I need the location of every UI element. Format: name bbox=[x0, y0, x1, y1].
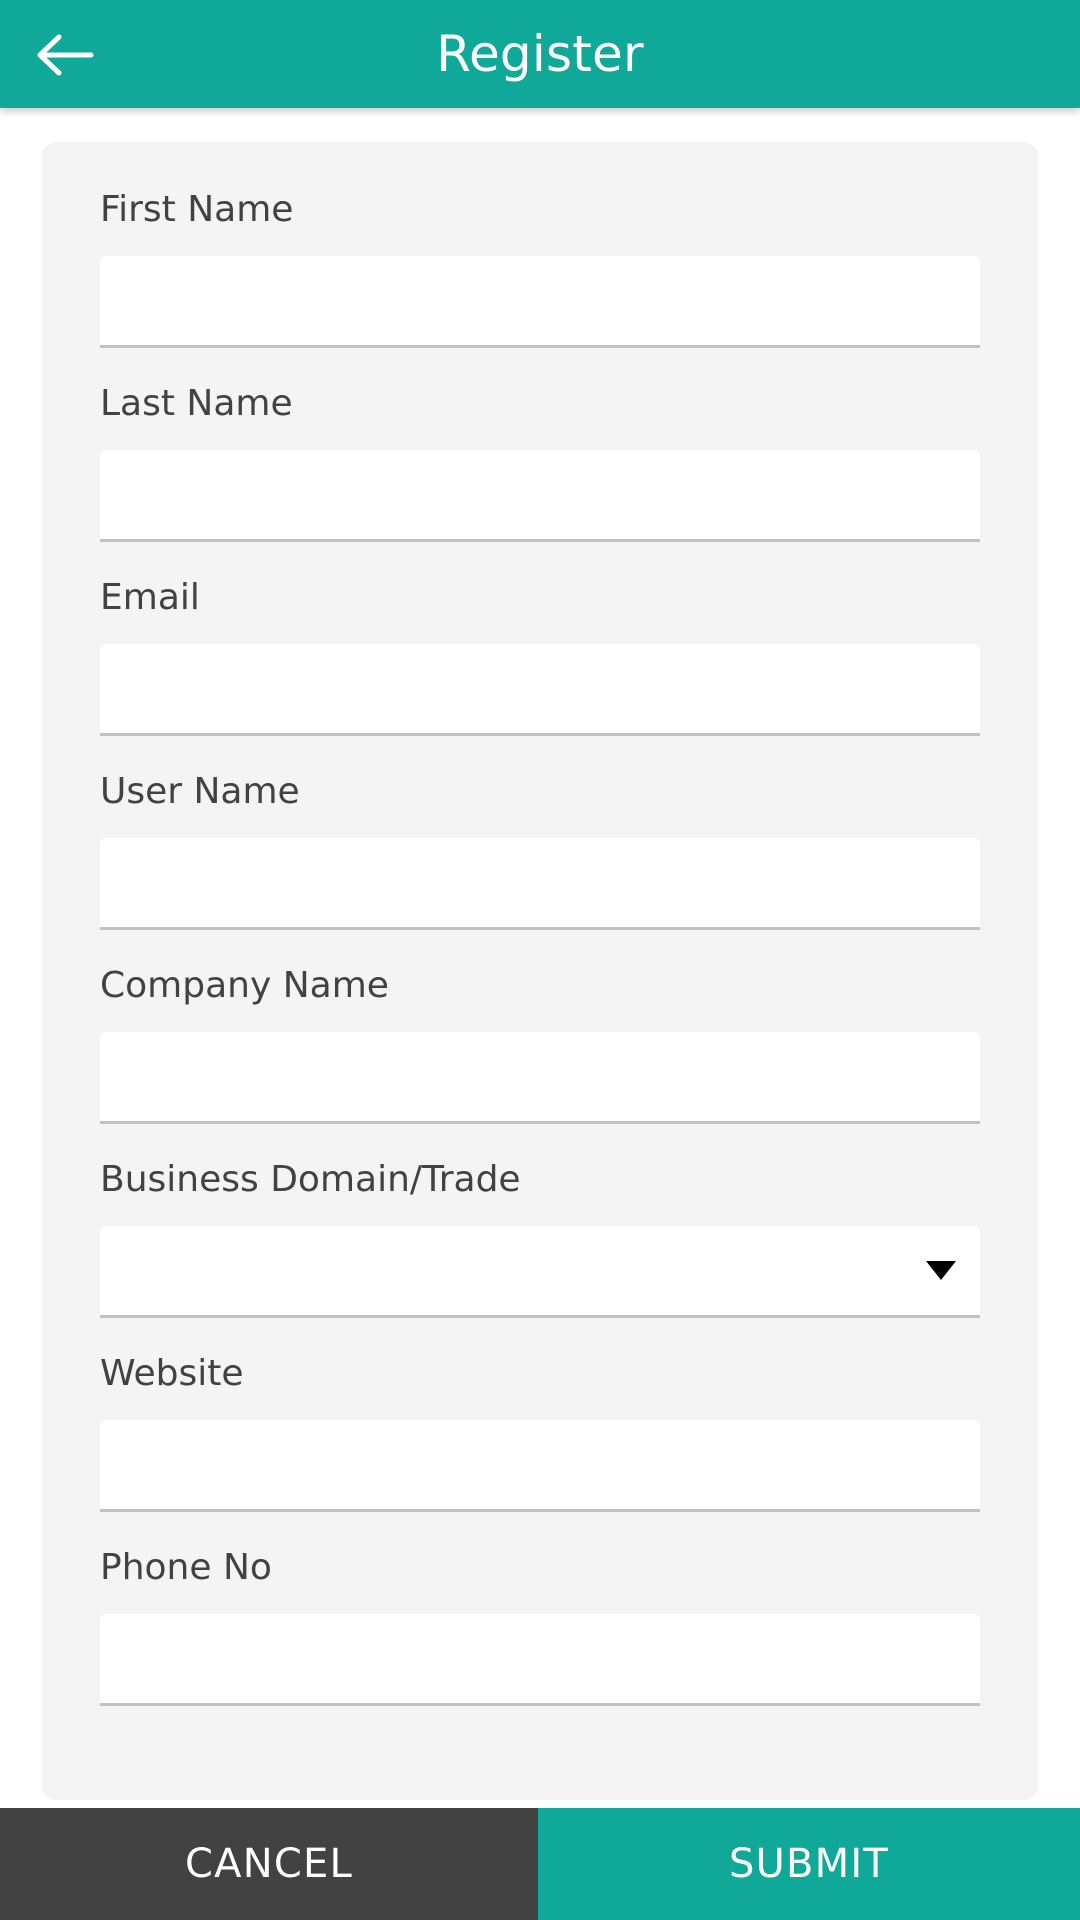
company-name-input[interactable] bbox=[100, 1032, 980, 1124]
email-input[interactable] bbox=[100, 644, 980, 736]
action-bar: CANCEL SUBMIT bbox=[0, 1808, 1080, 1920]
app-bar: Register bbox=[0, 0, 1080, 108]
business-domain-select[interactable] bbox=[100, 1226, 980, 1318]
field-label: Website bbox=[100, 1353, 244, 1394]
registration-form-card: First Name Last Name Email User Name Com… bbox=[42, 142, 1038, 1800]
field-company-name: Company Name bbox=[42, 964, 1038, 1124]
field-label: Company Name bbox=[100, 965, 389, 1006]
cancel-button[interactable]: CANCEL bbox=[0, 1808, 538, 1920]
chevron-down-icon bbox=[926, 1261, 956, 1280]
field-user-name: User Name bbox=[42, 770, 1038, 930]
field-label: First Name bbox=[100, 189, 294, 230]
field-first-name: First Name bbox=[42, 188, 1038, 348]
field-label: Email bbox=[100, 577, 200, 618]
field-phone-no: Phone No bbox=[42, 1546, 1038, 1706]
field-business-domain: Business Domain/Trade bbox=[42, 1158, 1038, 1318]
field-last-name: Last Name bbox=[42, 382, 1038, 542]
first-name-input[interactable] bbox=[100, 256, 980, 348]
field-label: Last Name bbox=[100, 383, 293, 424]
page-title: Register bbox=[436, 25, 644, 83]
last-name-input[interactable] bbox=[100, 450, 980, 542]
scroll-area[interactable]: First Name Last Name Email User Name Com… bbox=[0, 108, 1080, 1920]
submit-button[interactable]: SUBMIT bbox=[538, 1808, 1080, 1920]
field-email: Email bbox=[42, 576, 1038, 736]
website-input[interactable] bbox=[100, 1420, 980, 1512]
field-label: Business Domain/Trade bbox=[100, 1159, 521, 1200]
phone-no-input[interactable] bbox=[100, 1614, 980, 1706]
field-label: User Name bbox=[100, 771, 300, 812]
field-label: Phone No bbox=[100, 1547, 272, 1588]
field-website: Website bbox=[42, 1352, 1038, 1512]
user-name-input[interactable] bbox=[100, 838, 980, 930]
